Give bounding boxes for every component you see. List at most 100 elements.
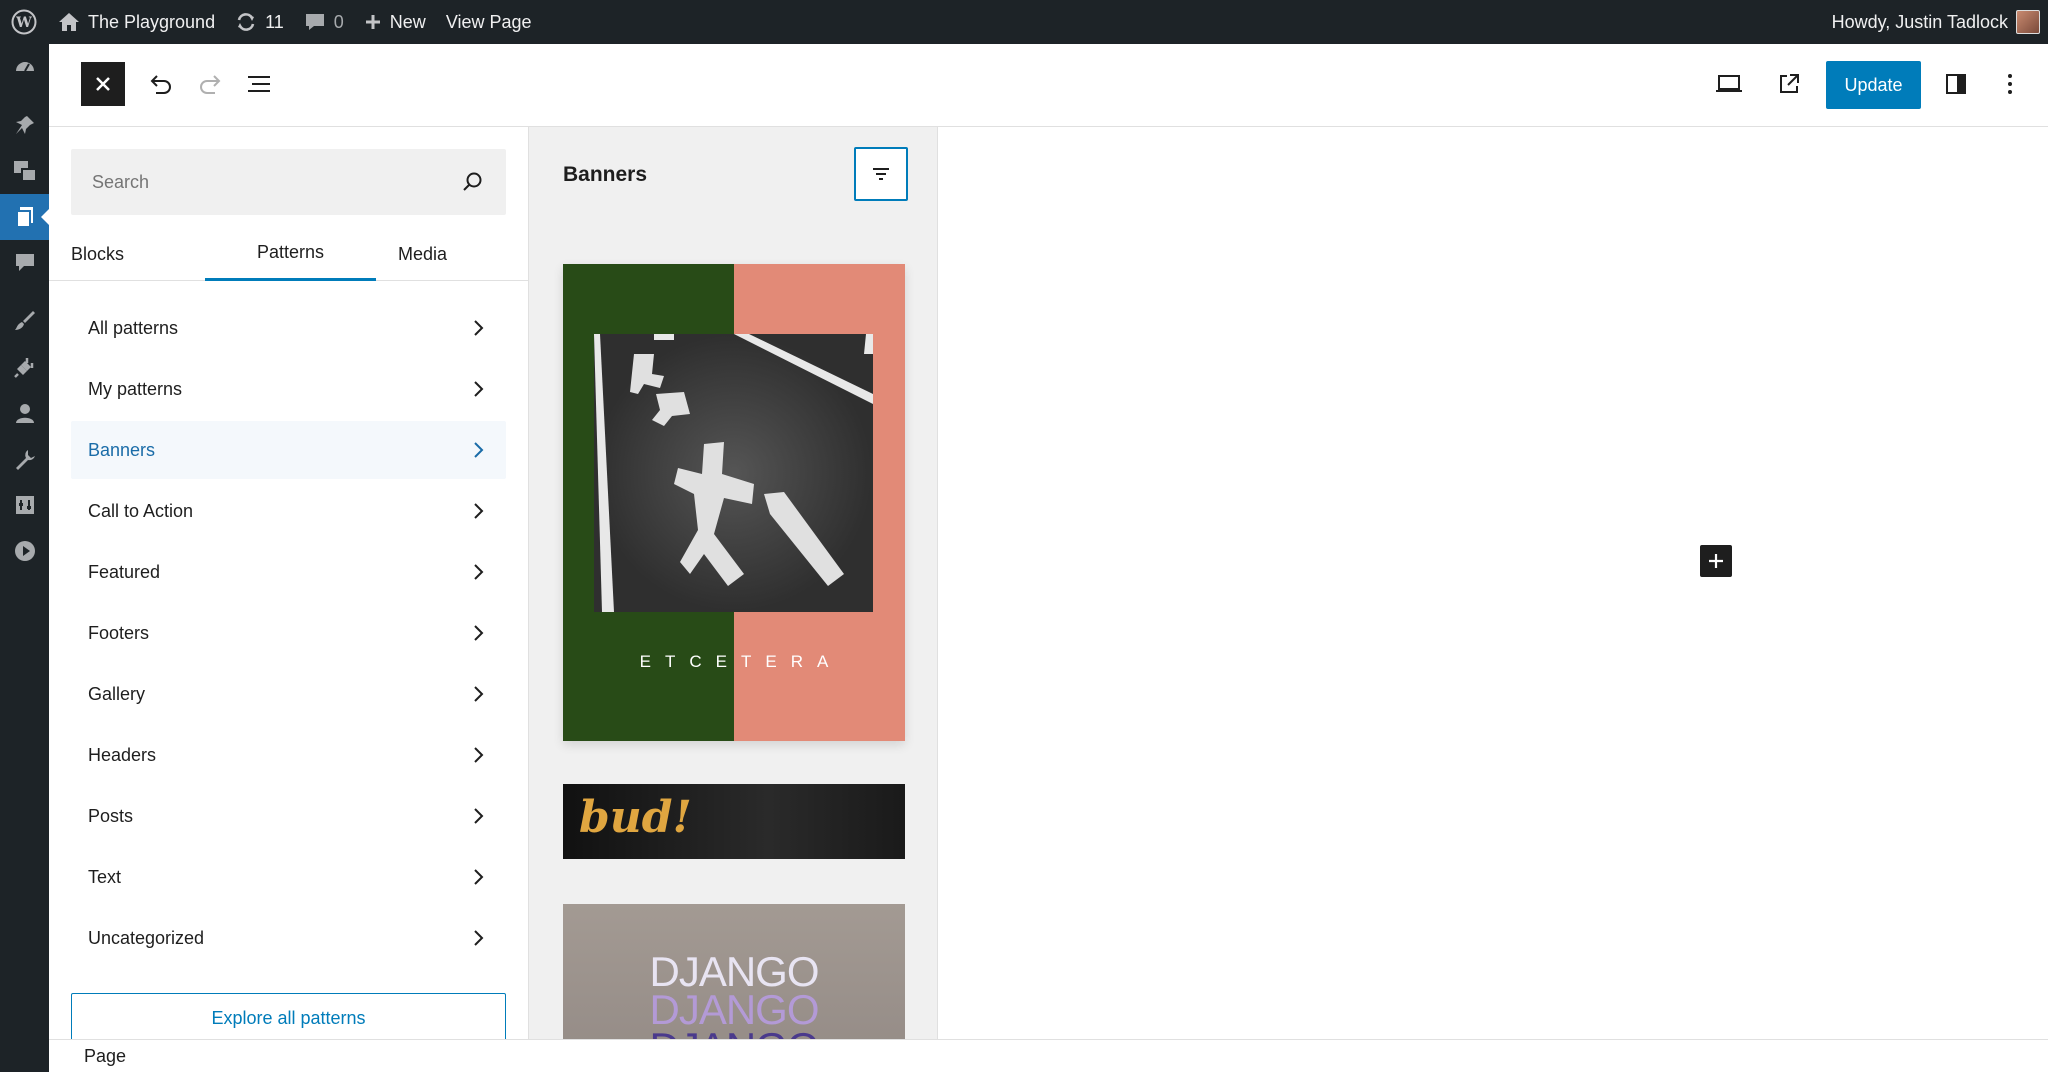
category-footers[interactable]: Footers xyxy=(71,604,506,662)
chevron-right-icon xyxy=(474,442,484,458)
category-label: Posts xyxy=(88,805,134,826)
options-menu-button[interactable] xyxy=(1990,64,2030,104)
pattern-card-django[interactable]: DJANGO DJANGO DJANGO xyxy=(563,904,905,1039)
preview-button[interactable] xyxy=(1709,64,1749,104)
more-vertical-icon xyxy=(2008,74,2012,94)
updates-icon xyxy=(237,13,255,31)
category-gallery[interactable]: Gallery xyxy=(71,665,506,723)
pattern-category-title: Banners xyxy=(563,163,648,186)
tab-patterns[interactable]: Patterns xyxy=(205,227,376,281)
plugin-icon xyxy=(13,358,33,378)
menu-posts[interactable] xyxy=(0,102,49,148)
category-label: My patterns xyxy=(88,378,183,399)
category-posts[interactable]: Posts xyxy=(71,787,506,845)
comments-icon xyxy=(15,254,34,271)
updates-count: 11 xyxy=(265,11,284,32)
chevron-right-icon xyxy=(474,808,484,824)
redo-button[interactable] xyxy=(190,64,230,104)
menu-settings[interactable] xyxy=(0,482,49,528)
menu-tools[interactable] xyxy=(0,436,49,482)
category-label: Headers xyxy=(88,744,157,765)
pages-icon xyxy=(15,207,33,228)
pattern-card-bud[interactable]: bud! xyxy=(563,784,905,859)
media-icon xyxy=(13,161,37,182)
site-name: The Playground xyxy=(88,11,216,32)
home-icon xyxy=(59,13,79,31)
updates-link[interactable]: 11 xyxy=(225,0,294,44)
chevron-right-icon xyxy=(474,320,484,336)
menu-pages[interactable] xyxy=(0,194,50,240)
menu-dashboard[interactable] xyxy=(0,44,49,90)
tab-blocks[interactable]: Blocks xyxy=(71,227,141,281)
chevron-right-icon xyxy=(474,503,484,519)
comments-count: 0 xyxy=(333,11,344,32)
new-content-link[interactable]: New xyxy=(354,0,436,44)
admin-menu xyxy=(0,44,50,1072)
editor-canvas[interactable] xyxy=(938,127,2048,1039)
category-my-patterns[interactable]: My patterns xyxy=(71,360,506,418)
pattern-card-etcetera[interactable]: ETCETERA xyxy=(563,264,905,741)
settings-sidebar-button[interactable] xyxy=(1936,64,1976,104)
category-text[interactable]: Text xyxy=(71,848,506,906)
undo-button[interactable] xyxy=(141,64,181,104)
add-block-button[interactable] xyxy=(1700,545,1732,577)
category-featured[interactable]: Featured xyxy=(71,543,506,601)
menu-appearance[interactable] xyxy=(0,298,49,344)
view-page-button[interactable] xyxy=(1769,64,1809,104)
pin-icon xyxy=(15,116,34,134)
chevron-right-icon xyxy=(474,747,484,763)
filter-patterns-button[interactable] xyxy=(854,147,908,201)
category-label: Text xyxy=(88,866,122,887)
pattern-text-django-3: DJANGO xyxy=(563,1024,905,1039)
chevron-right-icon xyxy=(474,381,484,397)
comments-link[interactable]: 0 xyxy=(294,0,354,44)
menu-comments[interactable] xyxy=(0,240,49,286)
view-page-link[interactable]: View Page xyxy=(436,0,542,44)
category-all-patterns[interactable]: All patterns xyxy=(71,299,506,357)
pattern-category-list: All patterns My patterns Banners Call to… xyxy=(71,299,506,970)
search-input[interactable] xyxy=(71,149,506,215)
update-button[interactable]: Update xyxy=(1826,61,1921,109)
chevron-right-icon xyxy=(474,930,484,946)
avatar xyxy=(2016,10,2040,34)
tab-media[interactable]: Media xyxy=(390,227,500,281)
category-label: Featured xyxy=(88,561,161,582)
menu-media-player[interactable] xyxy=(0,528,49,574)
breadcrumb-page[interactable]: Page xyxy=(84,1046,126,1067)
pattern-text-etcetera: ETCETERA xyxy=(639,652,843,671)
site-name-link[interactable]: The Playground xyxy=(48,0,225,44)
my-account-link[interactable]: Howdy, Justin Tadlock xyxy=(1822,0,2048,44)
settings-icon xyxy=(15,496,34,514)
undo-icon xyxy=(150,75,171,94)
category-banners[interactable]: Banners xyxy=(71,421,506,479)
block-breadcrumb: Page xyxy=(49,1039,2048,1072)
menu-media[interactable] xyxy=(0,148,49,194)
pattern-preview-panel: Banners ETCETERA bud! DJANGO DJANGO DJAN… xyxy=(529,127,938,1039)
category-uncategorized[interactable]: Uncategorized xyxy=(71,909,506,967)
paintbrush-icon xyxy=(14,311,35,330)
play-icon xyxy=(14,541,35,561)
menu-users[interactable] xyxy=(0,390,49,436)
wordpress-logo-icon[interactable]: W xyxy=(0,0,48,44)
list-view-button[interactable] xyxy=(239,64,279,104)
category-call-to-action[interactable]: Call to Action xyxy=(71,482,506,540)
external-link-icon xyxy=(1780,74,1799,93)
explore-all-patterns-button[interactable]: Explore all patterns xyxy=(71,993,506,1043)
road-photo xyxy=(594,334,873,612)
user-icon xyxy=(15,404,34,423)
desktop-icon xyxy=(1716,75,1742,92)
category-headers[interactable]: Headers xyxy=(71,726,506,784)
search-icon xyxy=(463,172,482,191)
search-field xyxy=(71,149,506,215)
menu-plugins[interactable] xyxy=(0,344,49,390)
plus-icon xyxy=(1709,554,1723,568)
editor-header: Update xyxy=(49,44,2048,127)
chevron-right-icon xyxy=(474,564,484,580)
chevron-right-icon xyxy=(474,625,484,641)
close-inserter-button[interactable] xyxy=(81,62,125,106)
new-label: New xyxy=(389,11,426,32)
inserter-tabs: Blocks Patterns Media xyxy=(49,227,529,281)
admin-bar: W The Playground 11 0 New View Page Howd… xyxy=(0,0,2048,44)
plus-icon xyxy=(365,15,380,29)
category-label: Footers xyxy=(88,622,150,643)
